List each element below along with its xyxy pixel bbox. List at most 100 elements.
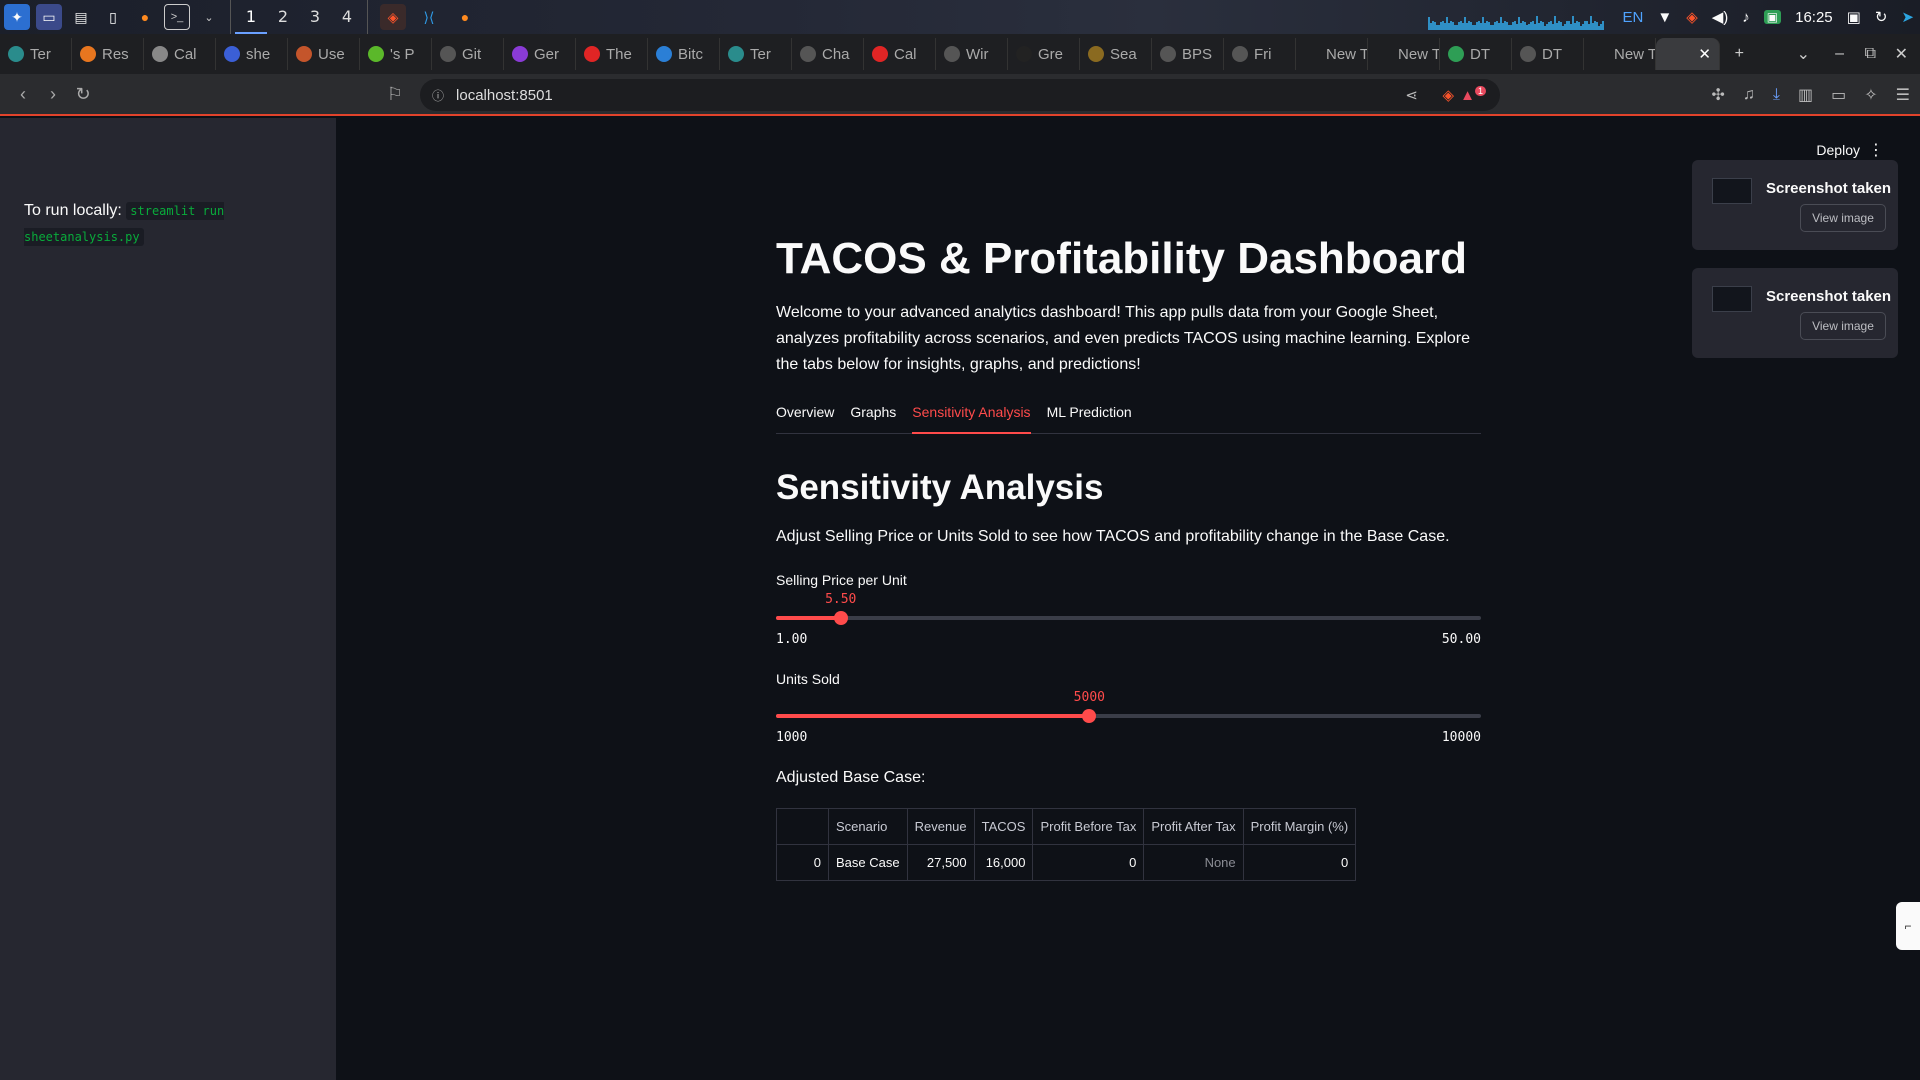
browser-tab[interactable]: Git (432, 38, 504, 70)
cell-profit-before-tax[interactable]: 0 (1032, 844, 1145, 881)
workspace-1[interactable]: 1 (235, 0, 267, 34)
workspace-2[interactable]: 2 (267, 0, 299, 34)
column-header-tacos[interactable]: TACOS (973, 808, 1034, 845)
units-slider[interactable] (776, 709, 1481, 723)
volume-icon[interactable]: ◀) (1712, 8, 1729, 26)
tab-ml-prediction[interactable]: ML Prediction (1047, 400, 1132, 434)
chevron-down-icon[interactable]: ⌄ (196, 4, 222, 30)
bell-icon[interactable]: ♪ (1742, 9, 1750, 26)
back-icon[interactable]: ‹ (8, 84, 38, 105)
view-image-button[interactable]: View image (1800, 312, 1886, 340)
browser-tab[interactable]: Fri (1224, 38, 1296, 70)
tab-list-chevron-icon[interactable]: ⌄ (1797, 44, 1810, 64)
file-manager-icon[interactable]: ▤ (68, 4, 94, 30)
cell-index[interactable]: 0 (776, 844, 829, 881)
browser-tab[interactable]: DT (1440, 38, 1512, 70)
browser-tab[interactable]: Ter (0, 38, 72, 70)
column-header-revenue[interactable]: Revenue (906, 808, 975, 845)
browser-tab[interactable]: Ger (504, 38, 576, 70)
wifi-icon[interactable]: ▼ (1657, 9, 1672, 26)
close-window-icon[interactable]: ✕ (1895, 44, 1908, 64)
column-header-profit-after-tax[interactable]: Profit After Tax (1143, 808, 1244, 845)
bookmark-icon[interactable]: ⚐ (380, 84, 410, 105)
tab-overview[interactable]: Overview (776, 400, 834, 434)
terminal-icon[interactable]: >_ (164, 4, 190, 30)
view-image-button[interactable]: View image (1800, 204, 1886, 232)
sidebar-toggle-icon[interactable]: ▥ (1798, 85, 1813, 105)
cell-profit-after-tax[interactable]: None (1143, 844, 1244, 881)
firefox-icon[interactable]: ● (132, 4, 158, 30)
price-slider-thumb[interactable] (833, 611, 848, 625)
price-slider[interactable] (776, 611, 1481, 625)
telegram-icon[interactable]: ➤ (1901, 8, 1914, 26)
browser-tab-label: Ter (30, 45, 51, 63)
workspace-3[interactable]: 3 (299, 0, 331, 34)
workspace-4[interactable]: 4 (331, 0, 363, 34)
browser-tab[interactable]: Use (288, 38, 360, 70)
url-bar[interactable]: ⓘ localhost:8501 ⋖ ◈ ▲ 1 (420, 79, 1500, 111)
tab-sensitivity-analysis[interactable]: Sensitivity Analysis (912, 400, 1031, 434)
vscode-icon[interactable]: ⟩⟨ (416, 4, 442, 30)
reload-icon[interactable]: ↻ (68, 84, 98, 105)
app-tray-icon[interactable]: ▣ (1763, 10, 1782, 24)
cell-tacos[interactable]: 16,000 (973, 844, 1034, 881)
browser-tab[interactable]: Cal (864, 38, 936, 70)
download-icon[interactable]: ⤓ (1773, 86, 1780, 104)
cell-revenue[interactable]: 27,500 (906, 844, 975, 881)
document-viewer-icon[interactable]: ▯ (100, 4, 126, 30)
leo-ai-icon[interactable]: ✧ (1864, 85, 1877, 105)
refresh-icon[interactable]: ↻ (1875, 8, 1888, 26)
browser-tab[interactable]: New T (1368, 38, 1440, 70)
site-info-icon[interactable]: ⓘ (432, 87, 444, 104)
maximize-icon[interactable]: ⧉ (1865, 45, 1876, 63)
browser-tab[interactable]: ✕ (1656, 38, 1720, 70)
desktop-icon[interactable]: ▭ (36, 4, 62, 30)
lock-icon[interactable]: ▣ (1847, 8, 1861, 26)
intro-text: Welcome to your advanced analytics dashb… (776, 304, 1470, 373)
browser-tab[interactable]: The (576, 38, 648, 70)
forward-icon[interactable]: › (38, 84, 68, 105)
close-tab-icon[interactable]: ✕ (1698, 45, 1711, 63)
more-options-icon[interactable]: ⋮ (1868, 140, 1884, 160)
wallet-icon[interactable]: ▭ (1831, 85, 1846, 105)
cell-profit-margin[interactable]: 0 (1242, 844, 1357, 881)
clock[interactable]: 16:25 (1795, 9, 1833, 26)
browser-tab[interactable]: she (216, 38, 288, 70)
side-panel-handle-icon[interactable]: ⌐ (1896, 902, 1920, 950)
browser-tab[interactable]: New T (1584, 38, 1656, 70)
language-indicator[interactable]: EN (1622, 9, 1643, 26)
browser-tab[interactable]: Cha (792, 38, 864, 70)
share-icon[interactable]: ⋖ (1405, 86, 1418, 104)
minimize-icon[interactable]: – (1835, 45, 1844, 63)
column-header-profit-margin[interactable]: Profit Margin (%) (1242, 808, 1357, 845)
units-slider-thumb[interactable] (1082, 709, 1097, 723)
browser-tab[interactable]: Ter (720, 38, 792, 70)
media-icon[interactable]: ♫ (1743, 86, 1755, 104)
brave-shields-icon[interactable]: ◈ (1442, 86, 1454, 104)
brave-icon[interactable]: ◈ (380, 4, 406, 30)
brave-tray-icon[interactable]: ◈ (1686, 8, 1698, 26)
column-header-index[interactable] (776, 808, 829, 845)
browser-tab[interactable]: New T (1296, 38, 1368, 70)
deploy-button[interactable]: Deploy (1816, 142, 1860, 158)
menu-icon[interactable]: ☰ (1896, 85, 1910, 105)
browser-tab[interactable]: 's P (360, 38, 432, 70)
browser-tab[interactable]: Gre (1008, 38, 1080, 70)
browser-tab[interactable]: Sea (1080, 38, 1152, 70)
app-launcher-icon[interactable]: ✦ (4, 4, 30, 30)
browser-tab[interactable]: BPS (1152, 38, 1224, 70)
browser-tab[interactable]: Wir (936, 38, 1008, 70)
browser-tab[interactable]: Cal (144, 38, 216, 70)
new-tab-icon[interactable]: + (1735, 45, 1744, 63)
firefox-icon[interactable]: ● (452, 4, 478, 30)
cell-scenario[interactable]: Base Case (828, 844, 908, 881)
browser-tab[interactable]: Res (72, 38, 144, 70)
extensions-icon[interactable]: ✣ (1712, 85, 1725, 105)
tab-favicon-icon (152, 46, 168, 62)
brave-rewards-icon[interactable]: ▲ 1 (1460, 86, 1486, 104)
browser-tab[interactable]: Bitc (648, 38, 720, 70)
browser-tab[interactable]: DT (1512, 38, 1584, 70)
tab-graphs[interactable]: Graphs (850, 400, 896, 434)
column-header-profit-before-tax[interactable]: Profit Before Tax (1032, 808, 1145, 845)
column-header-scenario[interactable]: Scenario (828, 808, 908, 845)
